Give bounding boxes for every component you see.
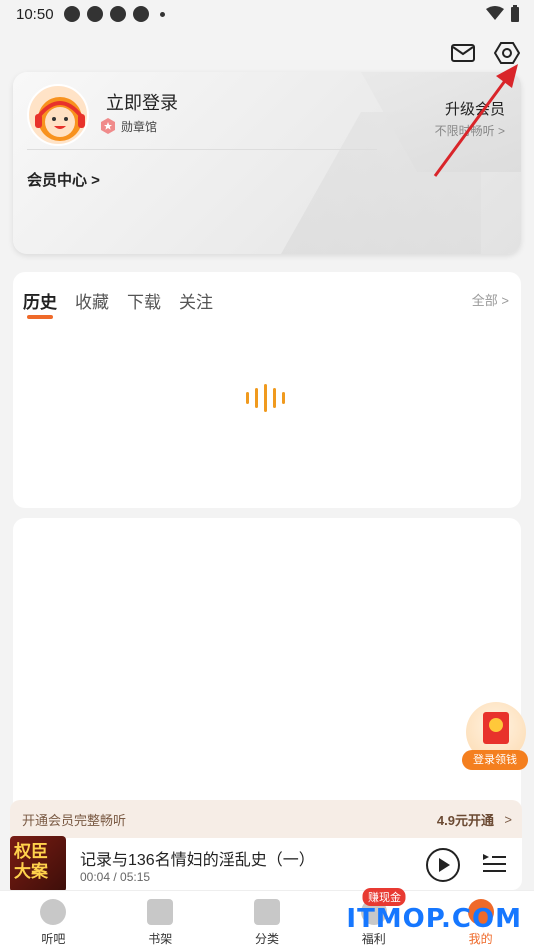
login-reward-label: 登录领钱 (462, 750, 528, 770)
wifi-icon (486, 6, 504, 20)
coin-icon (489, 718, 503, 732)
tab-following[interactable]: 关注 (179, 288, 213, 313)
tab-label: 分类 (254, 932, 279, 946)
vip-promo-bar[interactable]: 开通会员完整畅听 4.9元开通 > (10, 800, 522, 838)
medal-hall-link[interactable]: 勋章馆 (99, 117, 157, 135)
tab-favorites[interactable]: 收藏 (75, 288, 109, 313)
settings-icon[interactable] (494, 40, 520, 66)
album-cover[interactable]: 权臣大案 (10, 836, 66, 892)
upgrade-member-link[interactable]: 升级会员 不限时畅听 > (435, 98, 505, 139)
chevron-right-icon: > (504, 811, 512, 827)
history-tabs: 历史 收藏 下载 关注 (23, 288, 213, 319)
member-card[interactable]: 立即登录 勋章馆 升级会员 不限时畅听 > 会员中心 > (13, 72, 521, 254)
grid-icon (253, 899, 280, 925)
status-notification-icons (63, 6, 165, 22)
tab-downloads[interactable]: 下载 (127, 288, 161, 313)
login-reward-float-button[interactable]: 登录领钱 (462, 702, 528, 770)
upgrade-subtitle: 不限时畅听 > (434, 124, 505, 138)
tab-bookshelf[interactable]: 书架 (107, 891, 214, 950)
compass-icon (40, 899, 67, 925)
cover-title: 权臣大案 (14, 842, 48, 882)
track-time: 00:04 / 05:15 (80, 870, 151, 884)
track-title: 记录与136名情妇的淫乱史（一） (80, 852, 315, 869)
play-button[interactable] (426, 848, 460, 882)
tab-history[interactable]: 历史 (23, 288, 57, 319)
notification-app-icon (132, 6, 149, 22)
member-center-link[interactable]: 会员中心 > (27, 169, 100, 190)
loader-bar (282, 392, 285, 404)
battery-icon (511, 5, 519, 22)
tab-label: 听吧 (41, 932, 66, 946)
view-all-link[interactable]: 全部 > (472, 290, 509, 309)
status-system-icons (486, 5, 520, 23)
tab-listen[interactable]: 听吧 (0, 891, 107, 950)
vip-price-button[interactable]: 4.9元开通 (437, 810, 494, 829)
loader-bar (273, 388, 276, 408)
divider (27, 149, 377, 150)
medal-hall-label: 勋章馆 (121, 119, 158, 134)
history-card: 历史 收藏 下载 关注 全部 > (13, 272, 521, 508)
status-bar: 10:50 (0, 0, 534, 28)
loader-bar (255, 388, 258, 408)
avatar[interactable] (27, 84, 89, 146)
vip-promo-text: 开通会员完整畅听 (22, 812, 127, 828)
content-card (13, 518, 521, 818)
login-title[interactable]: 立即登录 (106, 89, 178, 115)
tab-categories[interactable]: 分类 (214, 891, 321, 950)
notification-app-icon (86, 6, 103, 22)
loader-bar (246, 392, 249, 404)
tab-label: 书架 (148, 932, 173, 946)
header-actions (450, 40, 520, 66)
notification-app-icon (109, 6, 126, 22)
loader-bar (264, 384, 267, 412)
playlist-icon[interactable] (480, 850, 508, 878)
mascot-avatar-icon (35, 97, 85, 141)
mail-icon[interactable] (450, 40, 476, 66)
status-time: 10:50 (16, 5, 54, 23)
watermark-text: ITMOP.COM (346, 904, 522, 934)
bookshelf-icon (147, 899, 174, 925)
upgrade-title: 升级会员 (444, 101, 505, 118)
loading-wave-icon (246, 384, 285, 412)
more-notifications-dot-icon (159, 11, 165, 17)
notification-app-icon (63, 6, 80, 22)
mini-player[interactable]: 权臣大案 记录与136名情妇的淫乱史（一） 00:04 / 05:15 (10, 836, 522, 892)
medal-icon (101, 118, 115, 134)
